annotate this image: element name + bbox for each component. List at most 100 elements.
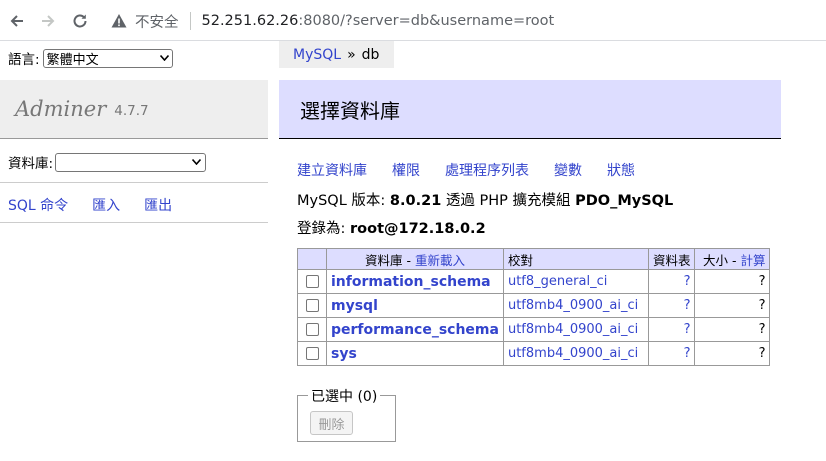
collation-cell: utf8mb4_0900_ai_ci [502,341,649,366]
privileges-link[interactable]: 權限 [392,160,420,180]
collation-cell: utf8_general_ci [502,269,649,294]
row-checkbox-cell [297,341,327,366]
sidebar-divider [0,182,268,183]
database-link[interactable]: performance_schema [331,322,499,338]
version-prefix: MySQL 版本: [297,193,386,209]
language-row: 語言: 繁體中文 [8,48,173,68]
row-checkbox[interactable] [305,323,319,336]
browser-toolbar: 不安全 52.251.62.26:8080/?server=db&usernam… [0,0,826,41]
breadcrumb-current: db [361,46,380,63]
row-checkbox[interactable] [305,347,319,360]
tables-count-link[interactable]: ? [684,298,691,313]
size-cell: ? [694,317,771,342]
table-row: sys utf8mb4_0900_ai_ci ? ? [297,341,771,366]
url-divider [189,12,191,30]
select-all-header [297,248,327,270]
language-label: 語言: [8,52,40,68]
size-cell: ? [694,293,771,318]
variables-link[interactable]: 變數 [554,160,582,180]
chevron-down-icon [159,55,169,61]
database-table: 資料庫 - 重新載入 校對 資料表 大小 - 計算 information_sc… [297,248,771,366]
database-label: 資料庫: [8,156,54,172]
row-checkbox[interactable] [305,275,319,288]
create-database-link[interactable]: 建立資料庫 [297,160,367,180]
back-arrow-icon[interactable] [6,10,28,32]
warning-icon [111,14,127,28]
address-bar[interactable]: 不安全 52.251.62.26:8080/?server=db&usernam… [110,6,554,36]
import-link[interactable]: 匯入 [92,195,120,215]
collation-column-header: 校對 [502,248,649,270]
tables-cell: ? [647,293,696,318]
reload-icon[interactable] [69,10,91,32]
page-title: 選擇資料庫 [279,80,781,139]
sidebar-divider [0,222,268,223]
collation-link[interactable]: utf8mb4_0900_ai_ci [508,346,638,361]
row-checkbox-cell [297,293,327,318]
selected-fieldset: 已選中 (0) 刪除 [297,386,396,442]
tables-count-link[interactable]: ? [684,322,691,337]
size-cell: ? [694,341,771,366]
selected-legend: 已選中 (0) [308,386,381,406]
database-link[interactable]: sys [331,346,357,362]
login-prefix: 登錄為: [297,221,346,237]
login-info: 登錄為: root@172.18.0.2 [297,217,486,238]
insecure-label: 不安全 [135,14,179,31]
php-extension: PDO_MySQL [575,193,674,209]
breadcrumb-server-link[interactable]: MySQL [293,47,341,63]
tables-cell: ? [647,317,696,342]
collation-cell: utf8mb4_0900_ai_ci [502,293,649,318]
url-host: 52.251.62.26 [201,13,299,29]
version-middle: 透過 PHP 擴充模組 [445,193,571,209]
version-label: 4.7.7 [114,103,149,119]
forward-arrow-icon[interactable] [37,10,59,32]
database-link[interactable]: information_schema [331,274,491,290]
table-row: mysql utf8mb4_0900_ai_ci ? ? [297,293,771,318]
status-link[interactable]: 狀態 [607,160,635,180]
row-checkbox[interactable] [305,299,319,312]
logo-bar: Adminer 4.7.7 [0,80,268,139]
database-link[interactable]: mysql [331,298,378,314]
table-header-row: 資料庫 - 重新載入 校對 資料表 大小 - 計算 [297,248,771,270]
breadcrumb-separator: » [347,46,356,63]
process-list-link[interactable]: 處理程序列表 [445,160,529,180]
database-name-cell: mysql [326,293,504,318]
version-info: MySQL 版本: 8.0.21 透過 PHP 擴充模組 PDO_MySQL [297,189,673,210]
collation-link[interactable]: utf8_general_ci [508,274,607,289]
database-header-label: 資料庫 [364,252,403,268]
tables-cell: ? [647,269,696,294]
tables-count-link[interactable]: ? [684,346,691,361]
reload-link[interactable]: 重新載入 [415,253,465,268]
table-row: information_schema utf8_general_ci ? ? [297,269,771,294]
mysql-version: 8.0.21 [389,193,442,209]
action-links: 建立資料庫 權限 處理程序列表 變數 狀態 [297,160,635,180]
database-column-header: 資料庫 - 重新載入 [326,248,504,270]
database-name-cell: sys [326,341,504,366]
sidebar-links: SQL 命令 匯入 匯出 [8,195,172,215]
size-cell: ? [694,269,771,294]
database-row: 資料庫: [8,152,207,172]
database-name-cell: information_schema [326,269,504,294]
delete-button[interactable]: 刪除 [310,411,353,435]
table-row: performance_schema utf8mb4_0900_ai_ci ? … [297,317,771,342]
row-checkbox-cell [297,269,327,294]
size-header-label: 大小 [702,252,728,268]
header-dash: - [402,252,415,268]
compute-link[interactable]: 計算 [740,253,765,268]
collation-link[interactable]: utf8mb4_0900_ai_ci [508,298,638,313]
language-select[interactable]: 繁體中文 [42,48,173,68]
row-checkbox-cell [297,317,327,342]
collation-cell: utf8mb4_0900_ai_ci [502,317,649,342]
export-link[interactable]: 匯出 [144,195,172,215]
language-select-value: 繁體中文 [46,52,99,68]
database-select[interactable] [55,152,207,172]
collation-link[interactable]: utf8mb4_0900_ai_ci [508,322,638,337]
breadcrumb: MySQL » db [279,41,394,68]
tables-cell: ? [647,341,696,366]
url-path: :8080/?server=db&username=root [298,13,555,29]
sql-command-link[interactable]: SQL 命令 [8,195,68,215]
tables-count-link[interactable]: ? [684,274,691,289]
adminer-logo-link[interactable]: Adminer [15,97,106,121]
login-user: root@172.18.0.2 [350,221,486,237]
tables-column-header: 資料表 [647,248,696,270]
database-name-cell: performance_schema [326,317,504,342]
